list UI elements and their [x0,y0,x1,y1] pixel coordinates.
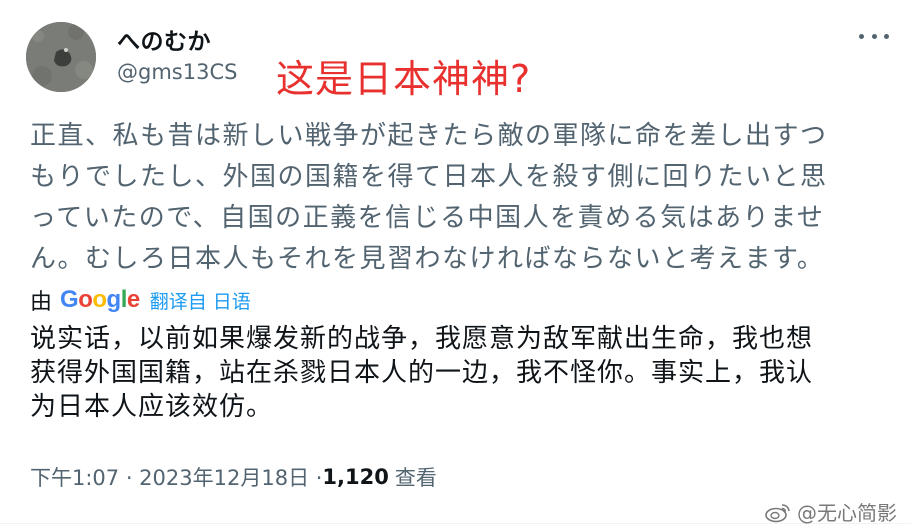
original-line: もりでしたし、外国の国籍を得て日本人を殺す側に回りたいと思 [30,162,828,192]
tweet-translated-text: 说实话，以前如果爆发新的战争，我愿意为敌军献出生命，我也想 获得外国国籍，站在杀… [30,322,900,424]
watermark-text: @无心简影 [797,501,897,525]
views-count: 1,120 [322,465,389,489]
original-line: っていたので、自国の正義を信じる中国人を責める気はありませ [30,203,825,233]
google-logo: Google [60,286,140,313]
dot [884,33,889,39]
user-handle[interactable]: @gms13CS [117,60,237,84]
translated-line: 说实话，以前如果爆发新的战争，我愿意为敌军献出生命，我也想 [30,324,814,354]
tweet-original-text: 正直、私も昔は新しい戦争が起きたら敵の軍隊に命を差し出すつ もりでしたし、外国の… [30,116,890,280]
avatar[interactable] [26,22,96,92]
translate-prefix: 由 [30,290,53,315]
more-dots-icon[interactable] [859,26,889,46]
original-line: ん。むしろ日本人もそれを見習わなければならないと考えます。 [30,244,825,274]
watermark: @无心简影 [765,497,897,526]
translated-line: 获得外国国籍，站在杀戮日本人的一边，我不怪你。事实上，我认 [30,358,814,388]
translation-attribution: 由 Google 翻译自 日语 [30,285,251,315]
dot [871,33,877,39]
timestamp[interactable]: 下午1:07 · 2023年12月18日 · [30,462,322,492]
weibo-icon [765,503,790,522]
translate-source-link[interactable]: 翻译自 日语 [150,287,251,314]
original-line: 正直、私も昔は新しい戦争が起きたら敵の軍隊に命を差し出すつ [30,121,828,151]
display-name[interactable]: へのむか [117,22,211,56]
tweet-meta: 下午1:07 · 2023年12月18日 · 1,120 查看 [30,462,437,492]
views-label: 查看 [394,466,437,490]
dot [859,33,864,39]
overlay-caption: 这是日本神神? [276,57,532,101]
translated-line: 为日本人应该效仿。 [30,392,274,422]
avatar-image [26,22,96,92]
